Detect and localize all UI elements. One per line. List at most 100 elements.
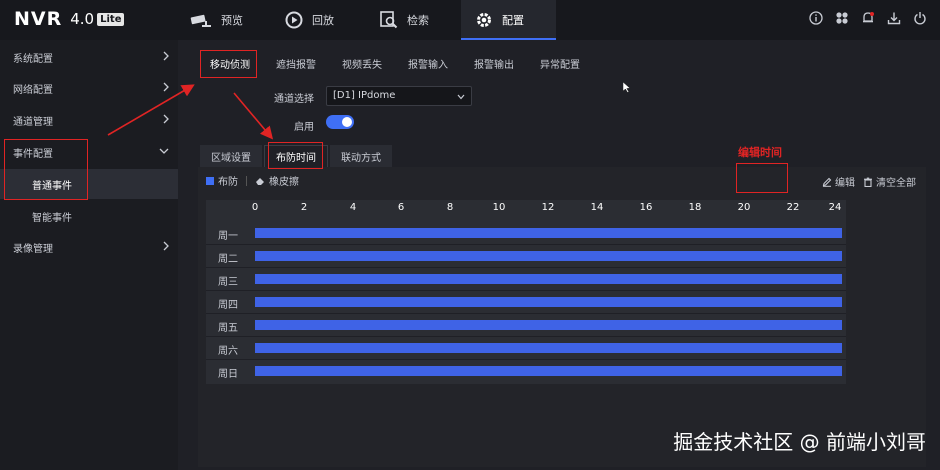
day-label: 周四 <box>218 300 238 311</box>
sidebar-item-event[interactable]: 事件配置 <box>0 137 178 167</box>
chevron-down-icon <box>158 145 170 160</box>
hour-tick: 4 <box>349 202 357 213</box>
arm-swatch[interactable] <box>206 176 214 185</box>
armed-bar[interactable] <box>255 228 842 238</box>
schedule-row-mon[interactable]: 周一 <box>206 222 846 245</box>
enable-toggle[interactable] <box>326 115 354 129</box>
enable-label: 启用 <box>294 122 314 133</box>
divider <box>246 175 247 186</box>
tab-arm-schedule[interactable]: 布防时间 <box>264 145 328 167</box>
schedule-row-fri[interactable]: 周五 <box>206 314 846 337</box>
logo: NVR 4.0 Lite <box>14 8 125 30</box>
day-label: 周五 <box>218 323 238 334</box>
hour-tick: 8 <box>446 202 454 213</box>
sidebar-item-system[interactable]: 系统配置 <box>0 42 178 72</box>
hour-tick: 24 <box>828 202 842 213</box>
pencil-icon <box>822 177 832 187</box>
armed-bar[interactable] <box>255 320 842 330</box>
hour-tick: 22 <box>786 202 800 213</box>
sidebar-item-label: 智能事件 <box>32 212 72 224</box>
schedule-grid[interactable]: 0 2 4 6 8 10 12 14 16 18 20 22 24 周一 周二 … <box>206 200 846 384</box>
day-label: 周六 <box>218 346 238 357</box>
schedule-row-tue[interactable]: 周二 <box>206 245 846 268</box>
chevron-right-icon <box>162 113 170 128</box>
tab-config-label: 配置 <box>502 14 524 27</box>
sidebar: 系统配置 网络配置 通道管理 事件配置 普通事件 智能事件 录像管理 <box>0 40 178 470</box>
hour-tick: 6 <box>397 202 405 213</box>
sidebar-item-label: 事件配置 <box>13 148 53 160</box>
schedule-row-sat[interactable]: 周六 <box>206 337 846 360</box>
hour-tick: 12 <box>541 202 555 213</box>
hour-tick: 2 <box>300 202 308 213</box>
armed-bar[interactable] <box>255 274 842 284</box>
fan-icon[interactable] <box>834 10 850 26</box>
chevron-right-icon <box>162 240 170 255</box>
sidebar-item-label: 系统配置 <box>13 53 53 65</box>
armed-bar[interactable] <box>255 343 842 353</box>
sidebar-item-label: 录像管理 <box>13 243 53 255</box>
sidebar-item-label: 普通事件 <box>32 180 72 192</box>
hour-tick: 14 <box>590 202 604 213</box>
arm-label[interactable]: 布防 <box>218 173 238 188</box>
tab-linkage[interactable]: 联动方式 <box>330 145 392 167</box>
info-icon[interactable] <box>808 10 824 26</box>
sidebar-item-label: 网络配置 <box>13 84 53 96</box>
armed-bar[interactable] <box>255 251 842 261</box>
tab-arm-schedule-label: 布防时间 <box>276 153 316 164</box>
channel-label: 通道选择 <box>274 94 314 105</box>
subtab-motion-detection[interactable]: 移动侦测 <box>202 52 258 75</box>
inner-tabs: 区域设置 布防时间 联动方式 <box>200 145 394 167</box>
hour-tick: 10 <box>492 202 506 213</box>
download-icon[interactable] <box>886 10 902 26</box>
sidebar-item-smart-event[interactable]: 智能事件 <box>0 201 178 231</box>
tab-search[interactable]: 检索 <box>366 0 461 40</box>
day-label: 周三 <box>218 277 238 288</box>
main-content: 移动侦测 遮挡报警 视频丢失 报警输入 报警输出 异常配置 通道选择 [D1] … <box>178 40 940 470</box>
bell-icon[interactable] <box>860 10 876 26</box>
sidebar-item-record[interactable]: 录像管理 <box>0 232 178 262</box>
armed-bar[interactable] <box>255 297 842 307</box>
watermark: 掘金技术社区 @ 前端小刘哥 <box>673 430 926 454</box>
chevron-right-icon <box>162 81 170 96</box>
tab-playback[interactable]: 回放 <box>271 0 366 40</box>
eraser-label[interactable]: 橡皮擦 <box>269 173 299 188</box>
sidebar-item-channel[interactable]: 通道管理 <box>0 105 178 135</box>
subtab-tamper-alarm[interactable]: 遮挡报警 <box>268 52 324 75</box>
channel-select-value: [D1] IPdome <box>333 90 396 101</box>
subtab-alarm-input[interactable]: 报警输入 <box>400 52 456 75</box>
day-label: 周二 <box>218 254 238 265</box>
camera-icon <box>190 13 212 27</box>
tab-search-label: 检索 <box>407 14 429 27</box>
hour-tick: 18 <box>688 202 702 213</box>
logo-badge: Lite <box>97 12 125 26</box>
sidebar-item-normal-event[interactable]: 普通事件 <box>0 169 178 199</box>
subtab-video-loss[interactable]: 视频丢失 <box>334 52 390 75</box>
subtab-exception[interactable]: 异常配置 <box>532 52 588 75</box>
armed-bar[interactable] <box>255 366 842 376</box>
playback-icon <box>285 11 303 29</box>
tab-area-settings-label: 区域设置 <box>211 152 251 164</box>
tab-linkage-label: 联动方式 <box>341 152 381 164</box>
schedule-row-wed[interactable]: 周三 <box>206 268 846 291</box>
schedule-row-sun[interactable]: 周日 <box>206 360 846 383</box>
trash-icon <box>863 177 873 187</box>
logo-brand: NVR <box>14 8 63 30</box>
clear-all-label: 清空全部 <box>876 178 916 189</box>
channel-select[interactable]: [D1] IPdome <box>326 86 472 106</box>
schedule-legend: 布防 橡皮擦 <box>206 173 299 188</box>
sidebar-item-network[interactable]: 网络配置 <box>0 73 178 103</box>
edit-button[interactable]: 编辑 <box>818 172 859 191</box>
schedule-actions: 编辑 清空全部 <box>818 172 920 191</box>
logout-icon[interactable] <box>912 10 928 26</box>
eraser-icon[interactable] <box>255 176 266 186</box>
tab-area-settings[interactable]: 区域设置 <box>200 145 262 167</box>
hour-tick: 0 <box>251 202 259 213</box>
tab-config[interactable]: 配置 <box>461 0 556 40</box>
schedule-row-thu[interactable]: 周四 <box>206 291 846 314</box>
subtab-alarm-output[interactable]: 报警输出 <box>466 52 522 75</box>
tab-preview[interactable]: 预览 <box>176 0 271 40</box>
top-icons <box>808 10 928 26</box>
tab-preview-label: 预览 <box>221 14 243 27</box>
clear-all-button[interactable]: 清空全部 <box>859 172 920 191</box>
tab-playback-label: 回放 <box>312 14 334 27</box>
